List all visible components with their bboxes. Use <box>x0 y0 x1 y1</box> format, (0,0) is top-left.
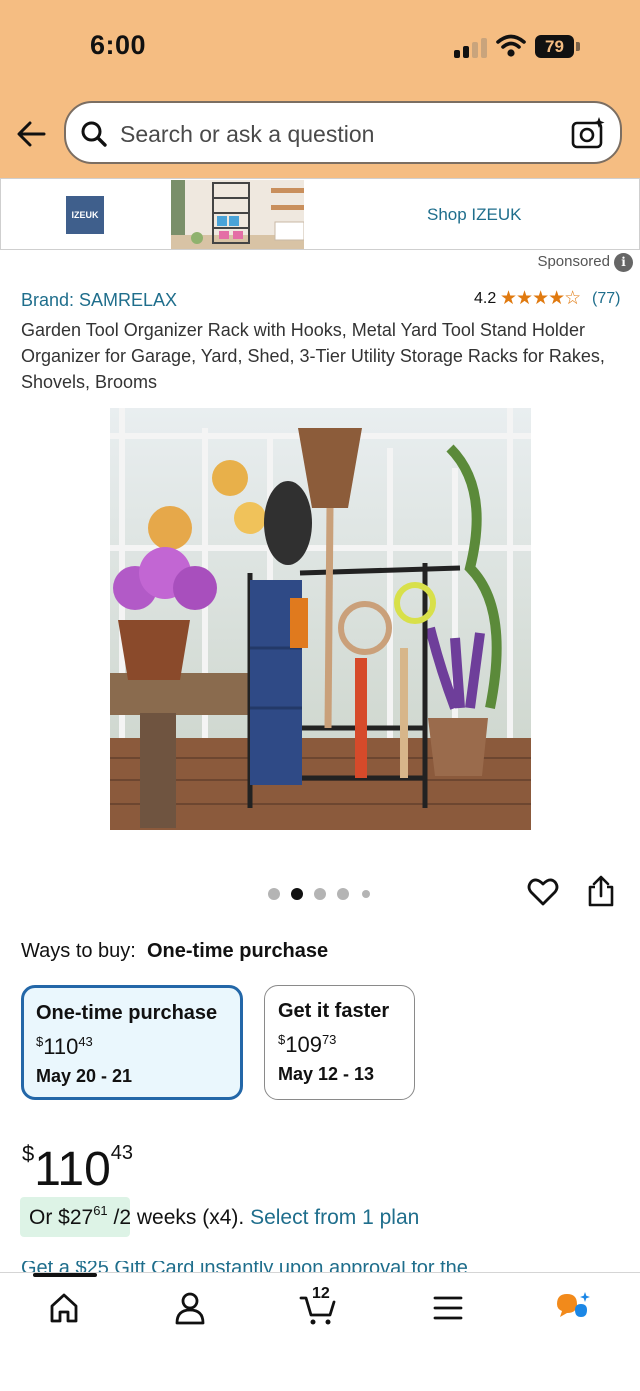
carousel-dot[interactable] <box>314 888 326 900</box>
option-title: One-time purchase <box>36 1002 218 1024</box>
wifi-icon <box>496 34 526 57</box>
camera-search-icon[interactable] <box>570 116 606 150</box>
carousel-dot-active[interactable] <box>291 888 303 900</box>
installment-text: Or $2761 /2 weeks (x4). Select from 1 pl… <box>29 1203 420 1229</box>
ways-to-buy-label: Ways to buy: One-time purchase <box>21 940 328 963</box>
search-input[interactable]: Search or ask a question <box>120 121 374 148</box>
cart-count-badge: 12 <box>312 1285 330 1302</box>
home-icon[interactable] <box>44 1290 84 1326</box>
rufus-assistant-icon[interactable] <box>553 1290 593 1326</box>
rating-value[interactable]: 4.2 <box>474 290 496 308</box>
ways-to-buy-heading: Ways to buy: <box>21 940 136 962</box>
option-price: $10973 <box>278 1032 337 1057</box>
star-rating-icon[interactable]: ★★★★☆ <box>500 287 581 310</box>
brand-link[interactable]: Brand: SAMRELAX <box>21 290 177 311</box>
option-delivery-date: May 20 - 21 <box>36 1066 133 1086</box>
rating-count-link[interactable]: (77) <box>592 290 620 308</box>
carousel-dot[interactable] <box>362 890 370 898</box>
account-icon[interactable] <box>170 1290 210 1326</box>
menu-icon[interactable] <box>428 1290 468 1326</box>
banner-product-image[interactable] <box>171 180 304 249</box>
product-title: Garden Tool Organizer Rack with Hooks, M… <box>21 320 605 392</box>
sponsored-banner[interactable]: IZEUK Shop IZEUK <box>0 178 640 250</box>
back-arrow-icon[interactable] <box>14 116 50 152</box>
active-tab-indicator <box>33 1273 97 1277</box>
sponsored-label: Sponsored <box>537 253 610 270</box>
product-image[interactable] <box>110 408 531 830</box>
cellular-signal-icon <box>454 38 488 58</box>
battery-cap <box>576 42 580 51</box>
heart-icon[interactable] <box>527 876 559 908</box>
search-icon <box>81 121 107 147</box>
shop-brand-link[interactable]: Shop IZEUK <box>427 205 522 225</box>
carousel-dot[interactable] <box>268 888 280 900</box>
option-title: Get it faster <box>278 1000 390 1022</box>
carousel-dot[interactable] <box>337 888 349 900</box>
one-time-purchase-option[interactable]: One-time purchase $11043 May 20 - 21 <box>21 985 243 1100</box>
option-price: $11043 <box>36 1034 93 1059</box>
status-time: 6:00 <box>90 30 147 60</box>
battery-indicator: 79 <box>535 35 574 58</box>
search-bar[interactable]: Search or ask a question <box>64 101 622 164</box>
get-it-faster-option[interactable]: Get it faster $10973 May 12 - 13 <box>264 985 415 1100</box>
option-delivery-date: May 12 - 13 <box>278 1064 375 1084</box>
product-price: $11043 <box>22 1141 134 1196</box>
info-icon[interactable]: i <box>614 253 633 272</box>
izeuk-logo[interactable]: IZEUK <box>66 196 104 234</box>
ways-to-buy-selected: One-time purchase <box>146 940 329 962</box>
select-plan-link[interactable]: Select from 1 plan <box>250 1206 419 1229</box>
share-icon[interactable] <box>586 874 616 908</box>
